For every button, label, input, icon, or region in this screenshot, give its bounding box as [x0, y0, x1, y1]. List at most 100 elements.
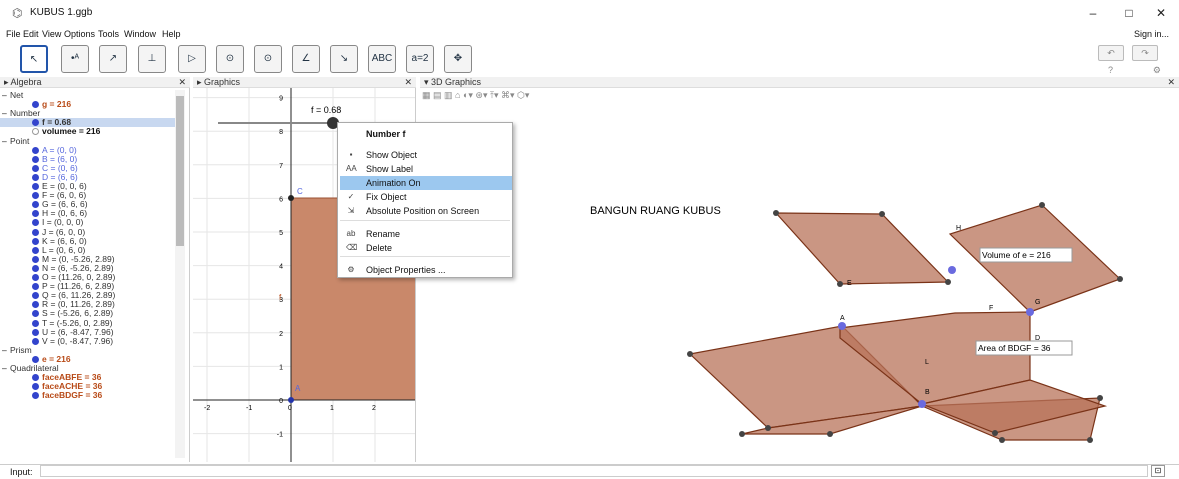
visibility-dot-icon[interactable] — [32, 128, 39, 136]
algebra-item[interactable]: B = (6, 0) — [0, 154, 175, 164]
menu-tools[interactable]: Tools — [98, 29, 119, 39]
algebra-panel-header[interactable]: ▸ Algebra ✕ — [0, 77, 190, 88]
menu-help[interactable]: Help — [162, 29, 181, 39]
collapse-icon[interactable]: – — [2, 109, 7, 118]
visibility-dot-icon[interactable] — [32, 155, 39, 163]
visibility-dot-icon[interactable] — [32, 210, 39, 218]
ellipse-tool[interactable]: ⊙ — [254, 45, 282, 73]
context-menu-item[interactable]: ▪ Show Object — [340, 148, 512, 162]
visibility-dot-icon[interactable] — [32, 392, 39, 400]
menu-window[interactable]: Window — [124, 29, 156, 39]
move-view-tool[interactable]: ✥ — [444, 45, 472, 73]
context-menu-item[interactable]: ✓ Fix Object — [340, 190, 512, 204]
menu-edit[interactable]: Edit — [23, 29, 39, 39]
visibility-dot-icon[interactable] — [32, 183, 39, 190]
point-d-3d[interactable] — [1026, 308, 1034, 316]
context-menu-item[interactable]: ⇲ Absolute Position on Screen — [340, 204, 512, 218]
menu-view[interactable]: View — [42, 29, 61, 39]
line-tool[interactable]: ↗ — [99, 45, 127, 73]
visibility-dot-icon[interactable] — [32, 337, 39, 345]
context-menu-item[interactable]: Animation On — [340, 176, 512, 190]
point-tool[interactable]: •ᴬ — [61, 45, 89, 73]
visibility-dot-icon[interactable] — [32, 274, 39, 281]
visibility-dot-icon[interactable] — [32, 237, 39, 245]
minimize-button[interactable]: – — [1082, 4, 1104, 22]
graphics-3d-view[interactable]: ▦ ▤ ▥ ⌂ ◐▾ ⊛▾ ⤒▾ ⌘▾ ⬡▾ BANGUN RUANG KUBU… — [420, 88, 1179, 462]
visibility-dot-icon[interactable] — [32, 146, 39, 154]
move-tool[interactable]: ↖ — [20, 45, 48, 73]
visibility-dot-icon[interactable] — [32, 101, 39, 109]
algebra-item[interactable]: K = (6, 6, 0) — [0, 236, 175, 246]
close-button[interactable]: ✕ — [1150, 4, 1172, 22]
algebra-group[interactable]: – Point — [0, 136, 175, 146]
context-menu-item[interactable]: AA Show Label — [340, 162, 512, 176]
visibility-dot-icon[interactable] — [32, 283, 39, 291]
perpendicular-tool[interactable]: ⊥ — [138, 45, 166, 73]
algebra-group[interactable]: – Prism — [0, 345, 175, 355]
g3d-style-bar[interactable]: ▦ ▤ ▥ ⌂ ◐▾ ⊛▾ ⤒▾ ⌘▾ ⬡▾ — [422, 90, 529, 101]
collapse-icon[interactable]: – — [2, 136, 7, 146]
visibility-dot-icon[interactable] — [32, 383, 39, 391]
visibility-dot-icon[interactable] — [32, 319, 39, 327]
context-menu-item[interactable]: ⌫ Delete — [340, 241, 512, 255]
visibility-dot-icon[interactable] — [32, 355, 39, 363]
collapse-icon[interactable]: – — [2, 91, 7, 100]
menu-file[interactable]: File — [6, 29, 21, 39]
visibility-dot-icon[interactable] — [32, 264, 39, 272]
g3d-panel-header[interactable]: ▾ 3D Graphics ✕ — [420, 77, 1179, 88]
visibility-dot-icon[interactable] — [32, 328, 39, 336]
circle-tool[interactable]: ⊙ — [216, 45, 244, 73]
visibility-dot-icon[interactable] — [32, 201, 39, 209]
visibility-dot-icon[interactable] — [32, 228, 39, 236]
visibility-dot-icon[interactable] — [32, 301, 39, 309]
algebra-group[interactable]: – Net — [0, 91, 175, 100]
undo-button[interactable]: ↶ — [1098, 45, 1124, 61]
visibility-dot-icon[interactable] — [32, 173, 39, 181]
polygon-tool[interactable]: ▷ — [178, 45, 206, 73]
visibility-dot-icon[interactable] — [32, 310, 39, 318]
point-b-3d[interactable] — [918, 400, 926, 408]
graphics-panel-header[interactable]: ▸ Graphics ✕ — [193, 77, 416, 88]
algebra-scroll-thumb[interactable] — [176, 96, 184, 246]
algebra-item[interactable]: faceBDGF = 36 — [0, 391, 175, 400]
angle-tool[interactable]: ∠ — [292, 45, 320, 73]
collapse-icon[interactable]: – — [2, 364, 7, 373]
g3d-canvas[interactable]: BANGUN RUANG KUBUS Volume of e = 216 Are… — [420, 88, 1179, 462]
algebra-item[interactable]: J = (6, 0, 0) — [0, 227, 175, 237]
visibility-dot-icon[interactable] — [32, 164, 39, 172]
algebra-item[interactable]: E = (0, 0, 6) — [0, 182, 175, 191]
close-panel-icon[interactable]: ✕ — [404, 77, 412, 88]
visibility-dot-icon[interactable] — [32, 246, 39, 254]
point-a-3d[interactable] — [838, 322, 846, 330]
close-panel-icon[interactable]: ✕ — [1167, 77, 1175, 88]
sign-in-link[interactable]: Sign in... — [1134, 29, 1169, 39]
input-field[interactable] — [40, 465, 1148, 477]
visibility-dot-icon[interactable] — [32, 119, 39, 127]
visibility-dot-icon[interactable] — [32, 219, 39, 227]
algebra-item[interactable]: A = (0, 0) — [0, 145, 175, 155]
redo-button[interactable]: ↷ — [1132, 45, 1158, 61]
menu-options[interactable]: Options — [64, 29, 95, 39]
visibility-dot-icon[interactable] — [32, 255, 39, 263]
visibility-dot-icon[interactable] — [32, 192, 39, 200]
context-menu-item[interactable]: ab Rename — [340, 227, 512, 241]
algebra-item[interactable]: H = (0, 6, 6) — [0, 209, 175, 218]
visibility-dot-icon[interactable] — [32, 292, 39, 300]
algebra-item[interactable]: G = (6, 6, 6) — [0, 200, 175, 209]
visibility-dot-icon[interactable] — [32, 374, 39, 382]
help-icon[interactable]: ? — [1108, 65, 1113, 75]
point-h-3d[interactable] — [948, 266, 956, 274]
point-a[interactable] — [288, 397, 294, 403]
slider-tool[interactable]: a=2 — [406, 45, 434, 73]
maximize-button[interactable]: □ — [1118, 4, 1140, 22]
algebra-group[interactable]: – Number — [0, 109, 175, 118]
text-tool[interactable]: ABC — [368, 45, 396, 73]
algebra-item[interactable]: C = (0, 6) — [0, 163, 175, 173]
input-keyboard-button[interactable]: ⊡ — [1151, 465, 1165, 477]
algebra-item[interactable]: D = (6, 6) — [0, 172, 175, 182]
point-c[interactable] — [288, 195, 294, 201]
algebra-item[interactable]: I = (0, 0, 0) — [0, 218, 175, 227]
settings-gear-icon[interactable]: ⚙ — [1153, 65, 1161, 76]
context-menu-item[interactable]: ⚙ Object Properties ... — [340, 263, 512, 277]
collapse-icon[interactable]: – — [2, 345, 7, 355]
